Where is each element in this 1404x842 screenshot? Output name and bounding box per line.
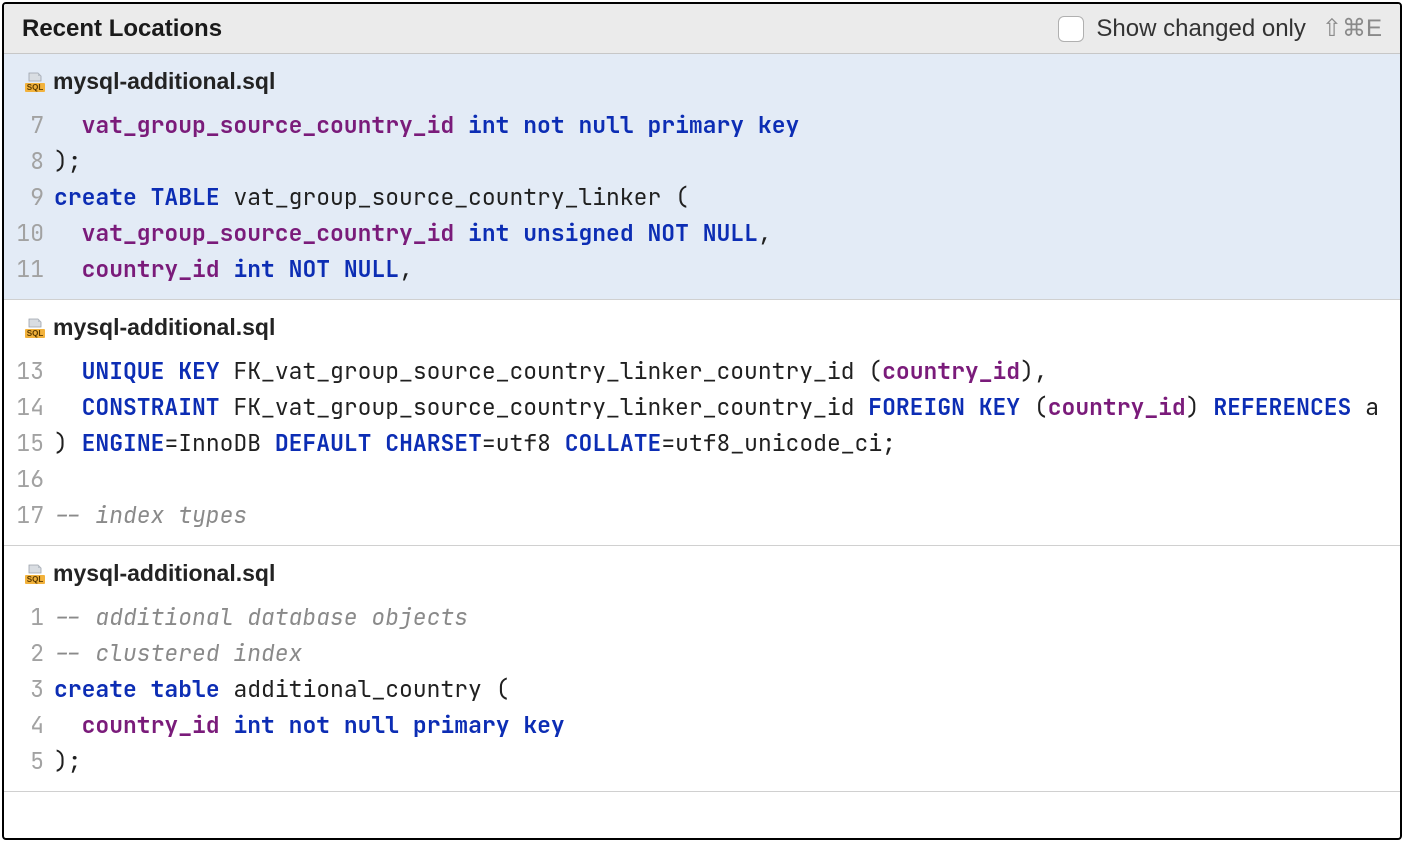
code-snippet: 13 UNIQUE KEY FK_vat_group_source_countr… — [4, 347, 1400, 545]
line-number: 3 — [4, 671, 54, 707]
line-source: -- index types — [54, 497, 1400, 533]
line-number: 8 — [4, 143, 54, 179]
file-name: mysql-additional.sql — [53, 560, 275, 587]
sql-file-icon: SQL — [25, 72, 45, 92]
line-number: 9 — [4, 179, 54, 215]
popup-title: Recent Locations — [22, 15, 222, 43]
line-number: 15 — [4, 425, 54, 461]
line-number: 1 — [4, 599, 54, 635]
file-header: SQL mysql-additional.sql — [4, 546, 1400, 593]
svg-text:SQL: SQL — [27, 329, 44, 338]
line-number: 11 — [4, 251, 54, 287]
code-line: 11 country_id int NOT NULL, — [4, 251, 1400, 287]
line-source — [54, 461, 1400, 497]
line-source: ); — [54, 743, 1400, 779]
file-name: mysql-additional.sql — [53, 68, 275, 95]
code-line: 3create table additional_country ( — [4, 671, 1400, 707]
line-number: 2 — [4, 635, 54, 671]
show-changed-only-checkbox[interactable] — [1058, 16, 1084, 42]
recent-locations-popup: Recent Locations Show changed only ⇧⌘E S… — [2, 2, 1402, 840]
line-source: create table additional_country ( — [54, 671, 1400, 707]
locations-list[interactable]: SQL mysql-additional.sql 7 vat_group_sourc… — [4, 54, 1400, 838]
code-snippet: 1-- additional database objects2-- clust… — [4, 593, 1400, 791]
code-line: 1-- additional database objects — [4, 599, 1400, 635]
line-source: -- additional database objects — [54, 599, 1400, 635]
location-block[interactable]: SQL mysql-additional.sql 13 UNIQUE KEY FK_… — [4, 300, 1400, 546]
line-source: UNIQUE KEY FK_vat_group_source_country_l… — [54, 353, 1400, 389]
sql-file-icon: SQL — [25, 318, 45, 338]
line-source: ) ENGINE=InnoDB DEFAULT CHARSET=utf8 COL… — [54, 425, 1400, 461]
svg-text:SQL: SQL — [27, 83, 44, 92]
line-source: -- clustered index — [54, 635, 1400, 671]
code-line: 15) ENGINE=InnoDB DEFAULT CHARSET=utf8 C… — [4, 425, 1400, 461]
code-line: 9create TABLE vat_group_source_country_l… — [4, 179, 1400, 215]
shortcut-hint: ⇧⌘E — [1322, 14, 1382, 43]
code-line: 10 vat_group_source_country_id int unsig… — [4, 215, 1400, 251]
file-header: SQL mysql-additional.sql — [4, 300, 1400, 347]
line-number: 7 — [4, 107, 54, 143]
line-number: 5 — [4, 743, 54, 779]
line-source: ); — [54, 143, 1400, 179]
code-line: 16 — [4, 461, 1400, 497]
header-right: Show changed only ⇧⌘E — [1058, 14, 1382, 43]
line-source: CONSTRAINT FK_vat_group_source_country_l… — [54, 389, 1400, 425]
code-line: 7 vat_group_source_country_id int not nu… — [4, 107, 1400, 143]
code-line: 5); — [4, 743, 1400, 779]
show-changed-only-label: Show changed only — [1096, 15, 1305, 43]
code-line: 8); — [4, 143, 1400, 179]
header-bar: Recent Locations Show changed only ⇧⌘E — [4, 4, 1400, 54]
code-snippet: 7 vat_group_source_country_id int not nu… — [4, 101, 1400, 299]
line-number: 14 — [4, 389, 54, 425]
svg-text:SQL: SQL — [27, 575, 44, 584]
code-line: 14 CONSTRAINT FK_vat_group_source_countr… — [4, 389, 1400, 425]
line-number: 13 — [4, 353, 54, 389]
line-source: vat_group_source_country_id int unsigned… — [54, 215, 1400, 251]
code-line: 2-- clustered index — [4, 635, 1400, 671]
location-block[interactable]: SQL mysql-additional.sql 1-- additional da… — [4, 546, 1400, 792]
line-source: country_id int NOT NULL, — [54, 251, 1400, 287]
line-number: 10 — [4, 215, 54, 251]
location-block[interactable]: SQL mysql-additional.sql 7 vat_group_sourc… — [4, 54, 1400, 300]
line-source: country_id int not null primary key — [54, 707, 1400, 743]
code-line: 13 UNIQUE KEY FK_vat_group_source_countr… — [4, 353, 1400, 389]
line-number: 16 — [4, 461, 54, 497]
file-name: mysql-additional.sql — [53, 314, 275, 341]
line-number: 4 — [4, 707, 54, 743]
sql-file-icon: SQL — [25, 564, 45, 584]
file-header: SQL mysql-additional.sql — [4, 54, 1400, 101]
code-line: 17-- index types — [4, 497, 1400, 533]
line-source: vat_group_source_country_id int not null… — [54, 107, 1400, 143]
code-line: 4 country_id int not null primary key — [4, 707, 1400, 743]
line-source: create TABLE vat_group_source_country_li… — [54, 179, 1400, 215]
line-number: 17 — [4, 497, 54, 533]
